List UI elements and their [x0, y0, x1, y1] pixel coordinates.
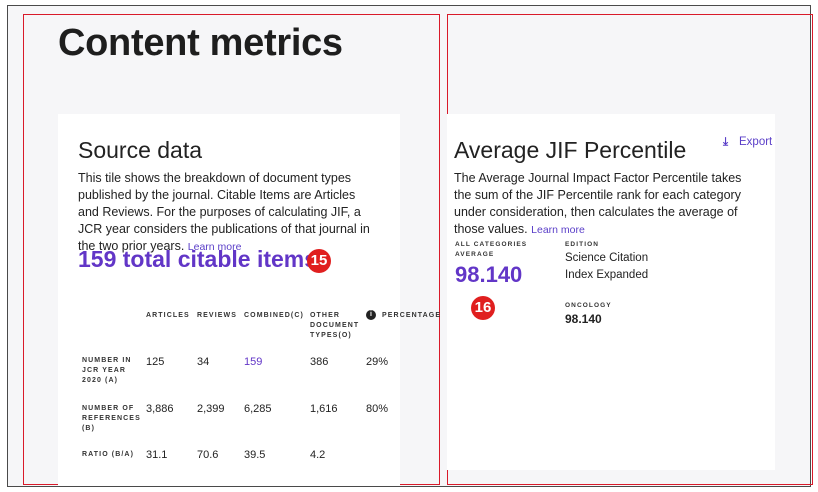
- cell-other: 1,616: [310, 403, 338, 415]
- page-title: Content metrics: [58, 22, 343, 64]
- total-citable-items: 159 total citable items: [78, 246, 318, 272]
- cell-reviews: 70.6: [197, 449, 219, 461]
- export-button[interactable]: ⤓ Export: [723, 136, 772, 149]
- row-header-number: NUMBER IN JCR YEAR 2020 (A): [82, 357, 132, 384]
- row-header-references: NUMBER OF REFERENCES (B): [82, 405, 141, 432]
- cell-other: 4.2: [310, 449, 326, 461]
- edition-label: EDITION: [565, 241, 600, 248]
- jif-description: The Average Journal Impact Factor Percen…: [454, 170, 759, 239]
- cell-reviews: 2,399: [197, 403, 225, 415]
- col-header-articles: ARTICLES: [146, 312, 190, 319]
- oncology-label: ONCOLOGY: [565, 302, 612, 309]
- all-categories-label: ALL CATEGORIES AVERAGE: [455, 241, 528, 258]
- annotation-badge-16: 16: [471, 296, 495, 320]
- cell-articles: 3,886: [146, 403, 174, 415]
- oncology-value: 98.140: [565, 312, 602, 326]
- jif-percentile-card: [447, 114, 775, 470]
- cell-percentage: 29%: [366, 356, 389, 368]
- cell-combined: 39.5: [244, 449, 266, 461]
- cell-reviews: 34: [197, 356, 210, 368]
- col-header-combined: COMBINED(C): [244, 312, 304, 319]
- edition-value: Science Citation Index Expanded: [565, 252, 649, 281]
- col-header-percentage: PERCENTAGE: [382, 312, 442, 319]
- jif-learn-more-link[interactable]: Learn more: [531, 224, 585, 236]
- col-header-reviews: REVIEWS: [197, 312, 237, 319]
- row-header-ratio: RATIO (B/A): [82, 451, 135, 458]
- all-categories-value: 98.140: [455, 262, 523, 287]
- export-label: Export: [739, 136, 773, 148]
- cell-other: 386: [310, 356, 329, 368]
- jif-percentile-title: Average JIF Percentile: [454, 137, 687, 163]
- cell-combined-link[interactable]: 159: [244, 356, 262, 368]
- jif-description-text: The Average Journal Impact Factor Percen…: [454, 171, 742, 236]
- annotation-badge-15: 15: [307, 249, 331, 273]
- info-icon[interactable]: i: [366, 310, 376, 320]
- download-icon: ⤓: [723, 136, 729, 148]
- cell-percentage: 80%: [366, 403, 389, 415]
- cell-combined: 6,285: [244, 403, 272, 415]
- cell-articles: 31.1: [146, 449, 168, 461]
- source-data-description: This tile shows the breakdown of documen…: [78, 170, 378, 256]
- cell-articles: 125: [146, 356, 165, 368]
- source-data-title: Source data: [78, 137, 203, 163]
- col-header-other: OTHER DOCUMENT TYPES(O): [310, 312, 360, 339]
